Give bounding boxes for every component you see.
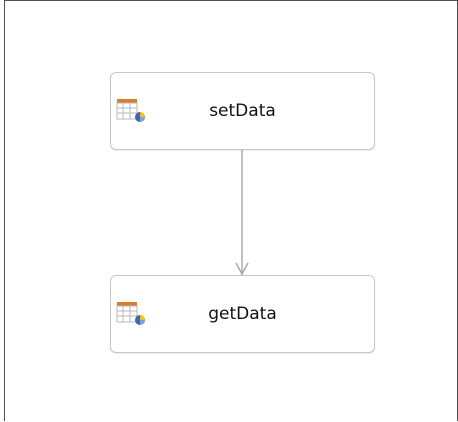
table-pie-chart-icon (116, 99, 145, 122)
node-label: setData (209, 101, 276, 121)
node-label: getData (208, 304, 277, 324)
connector-arrow[interactable] (5, 1, 458, 422)
table-pie-chart-icon (116, 302, 145, 325)
node-setData[interactable]: setData (110, 72, 375, 150)
node-getData[interactable]: getData (110, 275, 375, 353)
diagram-canvas: setData getData (4, 0, 458, 421)
arrowhead (235, 262, 249, 276)
